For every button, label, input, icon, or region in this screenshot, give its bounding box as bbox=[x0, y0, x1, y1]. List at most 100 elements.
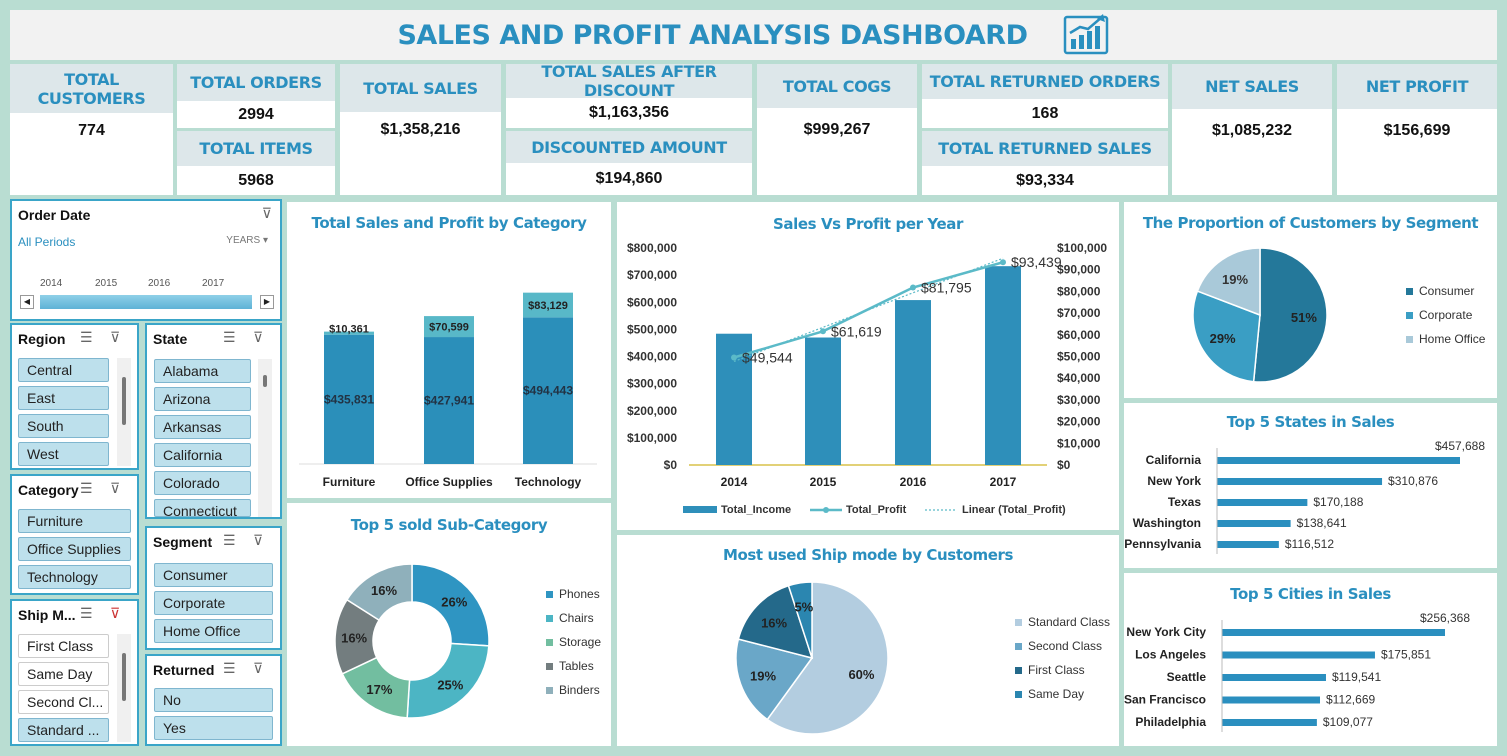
multi-select-icon[interactable]: ☰ bbox=[223, 532, 236, 549]
slicer-item-central[interactable]: Central bbox=[18, 358, 109, 382]
slicer-item-alabama[interactable]: Alabama bbox=[154, 359, 251, 383]
timeline-label: Order Date bbox=[18, 207, 91, 223]
left-axis-tick: $100,000 bbox=[627, 431, 677, 445]
slicer-item-arkansas[interactable]: Arkansas bbox=[154, 415, 251, 439]
slice-data-label: 16% bbox=[761, 615, 787, 630]
multi-select-icon[interactable]: ☰ bbox=[80, 605, 93, 622]
multi-select-icon[interactable]: ☰ bbox=[80, 480, 93, 497]
clear-filter-icon[interactable]: ⊽ bbox=[110, 480, 120, 497]
value-bar bbox=[1217, 499, 1308, 506]
scroll-left-icon[interactable]: ◀ bbox=[20, 295, 34, 309]
slicer-item-corporate[interactable]: Corporate bbox=[154, 591, 273, 615]
kpi-value: $1,358,216 bbox=[380, 121, 461, 138]
slicer-title: Region bbox=[18, 331, 66, 347]
legend-label: Linear (Total_Profit) bbox=[962, 504, 1066, 516]
category-tick-label: Texas bbox=[1168, 495, 1201, 509]
kpi-returned-sales: TOTAL RETURNED SALES $93,334 bbox=[922, 131, 1168, 195]
clear-filter-icon[interactable]: ⊽ bbox=[110, 605, 120, 622]
profit-data-label: $83,129 bbox=[528, 300, 568, 312]
legend-label: Binders bbox=[559, 683, 600, 697]
slicer-scroll-thumb[interactable] bbox=[263, 375, 267, 387]
slicer-item-arizona[interactable]: Arizona bbox=[154, 387, 251, 411]
slicer-item-office-supplies[interactable]: Office Supplies bbox=[18, 537, 131, 561]
region-slicer: Region ☰ ⊽ Central East South West bbox=[10, 323, 139, 470]
profit-point bbox=[731, 354, 737, 361]
slicer-item-first-class[interactable]: First Class bbox=[18, 634, 109, 658]
bar-data-label: $112,669 bbox=[1326, 693, 1375, 707]
kpi-label: TOTAL COGS bbox=[757, 64, 917, 108]
bar-data-label: $170,188 bbox=[1313, 495, 1363, 509]
value-bar bbox=[1222, 696, 1321, 704]
year-tick-label: 2014 bbox=[721, 475, 748, 489]
slicer-item-east[interactable]: East bbox=[18, 386, 109, 410]
kpi-label: TOTAL CUSTOMERS bbox=[10, 64, 173, 113]
category-tick-label: Furniture bbox=[323, 475, 376, 489]
legend-label: Home Office bbox=[1419, 332, 1486, 346]
legend-label: Total_Income bbox=[721, 504, 791, 516]
slicer-item-consumer[interactable]: Consumer bbox=[154, 563, 273, 587]
category-tick-label: Seattle bbox=[1167, 670, 1207, 684]
slicer-item-technology[interactable]: Technology bbox=[18, 565, 131, 589]
slicer-item-same-day[interactable]: Same Day bbox=[18, 662, 109, 686]
slicer-item-yes[interactable]: Yes bbox=[154, 716, 273, 740]
sales-data-label: $435,831 bbox=[324, 392, 374, 406]
kpi-value: $93,334 bbox=[1016, 171, 1074, 189]
profit-data-label: $70,599 bbox=[429, 322, 469, 334]
category-tick-label: California bbox=[1146, 453, 1202, 467]
right-axis-tick: $20,000 bbox=[1057, 415, 1101, 429]
kpi-label: TOTAL RETURNED SALES bbox=[922, 131, 1168, 166]
slicer-item-colorado[interactable]: Colorado bbox=[154, 471, 251, 495]
kpi-sales-after-discount: TOTAL SALES AFTER DISCOUNT $1,163,356 bbox=[506, 62, 752, 128]
timeline-range-bar[interactable] bbox=[40, 295, 252, 309]
slicer-item-california[interactable]: California bbox=[154, 443, 251, 467]
multi-select-icon[interactable]: ☰ bbox=[80, 329, 93, 346]
slicer-item-connecticut[interactable]: Connecticut bbox=[154, 499, 251, 517]
slicer-item-south[interactable]: South bbox=[18, 414, 109, 438]
slicer-scroll-thumb[interactable] bbox=[122, 377, 126, 425]
multi-select-icon[interactable]: ☰ bbox=[223, 329, 236, 346]
slice-data-label: 29% bbox=[1210, 331, 1236, 346]
slicer-item-west[interactable]: West bbox=[18, 442, 109, 466]
clear-filter-icon[interactable]: ⊽ bbox=[110, 329, 120, 346]
legend-item: Binders bbox=[546, 683, 600, 697]
top-states-bar-chart: California $457,688 New York $310,876 Texas $… bbox=[1124, 439, 1485, 554]
slice-data-label: 16% bbox=[341, 630, 367, 645]
category-tick-label: Technology bbox=[515, 475, 582, 489]
kpi-label: DISCOUNTED AMOUNT bbox=[506, 131, 752, 163]
kpi-net-sales: NET SALES $1,085,232 bbox=[1172, 64, 1332, 195]
kpi-value: 168 bbox=[1031, 104, 1059, 122]
timeline-unit-dropdown[interactable]: YEARS ▾ bbox=[226, 235, 268, 246]
legend-item: Home Office bbox=[1406, 332, 1485, 346]
legend-item: Storage bbox=[546, 635, 601, 649]
slicer-item-home-office[interactable]: Home Office bbox=[154, 619, 273, 643]
category-tick-label: Office Supplies bbox=[405, 475, 493, 489]
slicer-item-standard-class[interactable]: Standard ... bbox=[18, 718, 109, 742]
bar-data-label: $119,541 bbox=[1332, 670, 1381, 684]
dashboard-title-bar: SALES AND PROFIT ANALYSIS DASHBOARD bbox=[10, 10, 1497, 60]
legend-label: Second Class bbox=[1028, 639, 1103, 653]
clear-filter-icon[interactable]: ⊽ bbox=[253, 329, 263, 346]
slicer-item-second-class[interactable]: Second Cl... bbox=[18, 690, 109, 714]
scroll-right-icon[interactable]: ▶ bbox=[260, 295, 274, 309]
slicer-title: Category bbox=[18, 482, 79, 498]
kpi-value: $1,163,356 bbox=[588, 104, 670, 121]
value-bar bbox=[1222, 629, 1445, 636]
multi-select-icon[interactable]: ☰ bbox=[223, 660, 236, 677]
slicer-scroll-thumb[interactable] bbox=[122, 653, 126, 701]
slicer-item-furniture[interactable]: Furniture bbox=[18, 509, 131, 533]
clear-filter-icon[interactable]: ⊽ bbox=[262, 205, 272, 222]
legend-label: Standard Class bbox=[1028, 615, 1111, 629]
profit-point bbox=[1000, 259, 1006, 266]
segment-slicer: Segment ☰ ⊽ Consumer Corporate Home Offi… bbox=[145, 526, 282, 650]
timeline-year: 2016 bbox=[148, 278, 171, 289]
category-chart-panel: Total Sales and Profit by Category $435,… bbox=[287, 202, 611, 498]
slicer-item-no[interactable]: No bbox=[154, 688, 273, 712]
kpi-label: TOTAL ORDERS bbox=[177, 64, 335, 101]
value-bar bbox=[1222, 651, 1375, 659]
bar-data-label: $457,688 bbox=[1435, 439, 1485, 453]
order-date-timeline[interactable]: Order Date ⊽ All Periods YEARS ▾ 2014 20… bbox=[10, 199, 282, 321]
left-axis-tick: $800,000 bbox=[627, 241, 677, 255]
clear-filter-icon[interactable]: ⊽ bbox=[253, 660, 263, 677]
clear-filter-icon[interactable]: ⊽ bbox=[253, 532, 263, 549]
legend-label: Storage bbox=[559, 635, 602, 649]
